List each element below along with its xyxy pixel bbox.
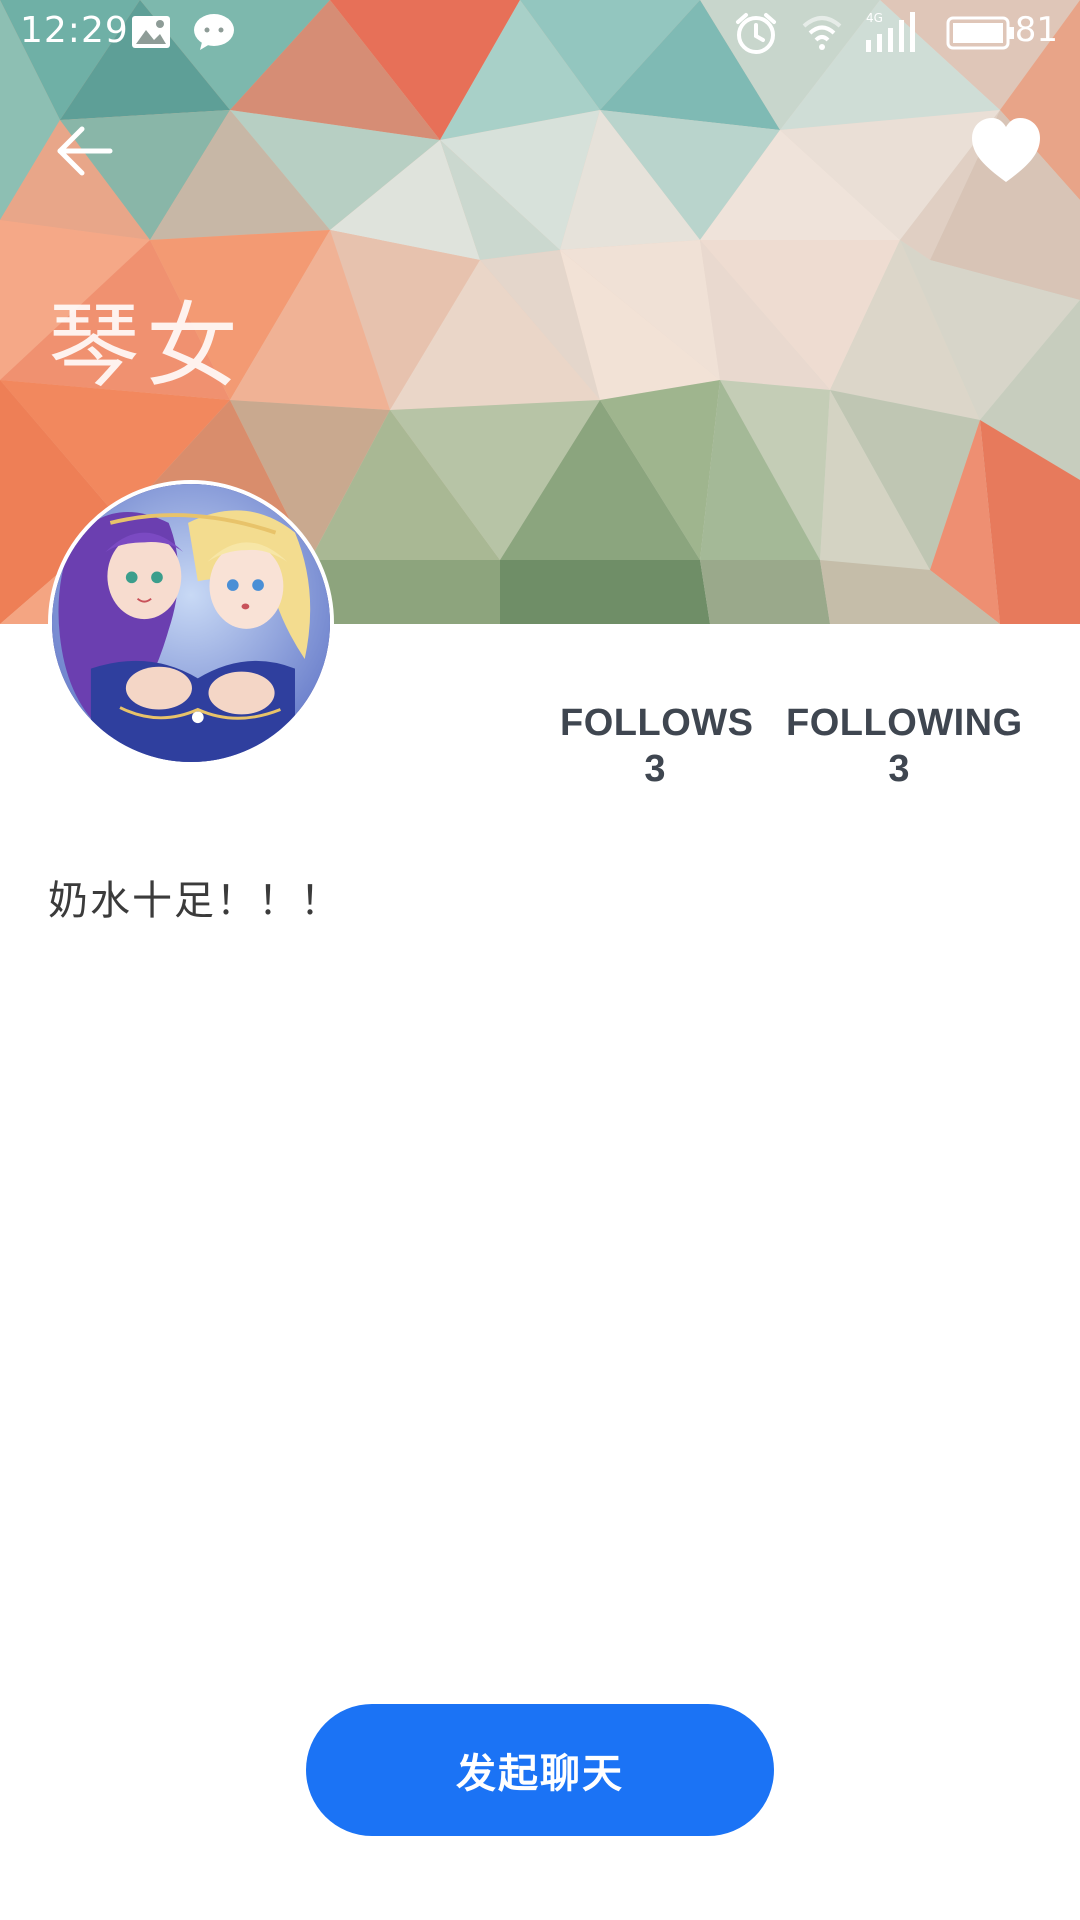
following-label: FOLLOWING (786, 702, 1023, 744)
status-time: 12:29 (20, 10, 129, 51)
image-notification-icon (130, 12, 172, 56)
avatar-image (52, 484, 330, 762)
status-bar: 12:29 4G 81 (0, 0, 1080, 64)
profile-avatar[interactable] (48, 480, 334, 766)
battery-icon (946, 16, 1016, 54)
back-button[interactable] (46, 112, 124, 190)
profile-bio: 奶水十足！！！ (48, 878, 342, 924)
battery-level: 81 (1014, 10, 1058, 50)
favorite-button[interactable] (966, 112, 1046, 192)
alarm-icon (734, 12, 778, 60)
wifi-icon (800, 12, 844, 56)
follows-stat[interactable]: FOLLOWS 3 (560, 700, 754, 792)
arrow-back-icon (57, 126, 113, 176)
profile-name: 琴女 (48, 293, 245, 400)
heart-icon (972, 118, 1040, 182)
following-count: 3 (888, 748, 910, 790)
signal-4g-icon: 4G (862, 10, 922, 58)
following-stat[interactable]: FOLLOWING 3 (786, 700, 1023, 792)
follows-count: 3 (644, 748, 666, 790)
network-type-label: 4G (866, 11, 883, 25)
wechat-icon (192, 12, 236, 56)
profile-screen: 12:29 4G 81 琴女 FOLLOWS 3 FOLLOWING 3 奶水十… (0, 0, 1080, 1920)
start-chat-button[interactable]: 发起聊天 (306, 1704, 774, 1836)
follows-label: FOLLOWS (560, 702, 754, 744)
